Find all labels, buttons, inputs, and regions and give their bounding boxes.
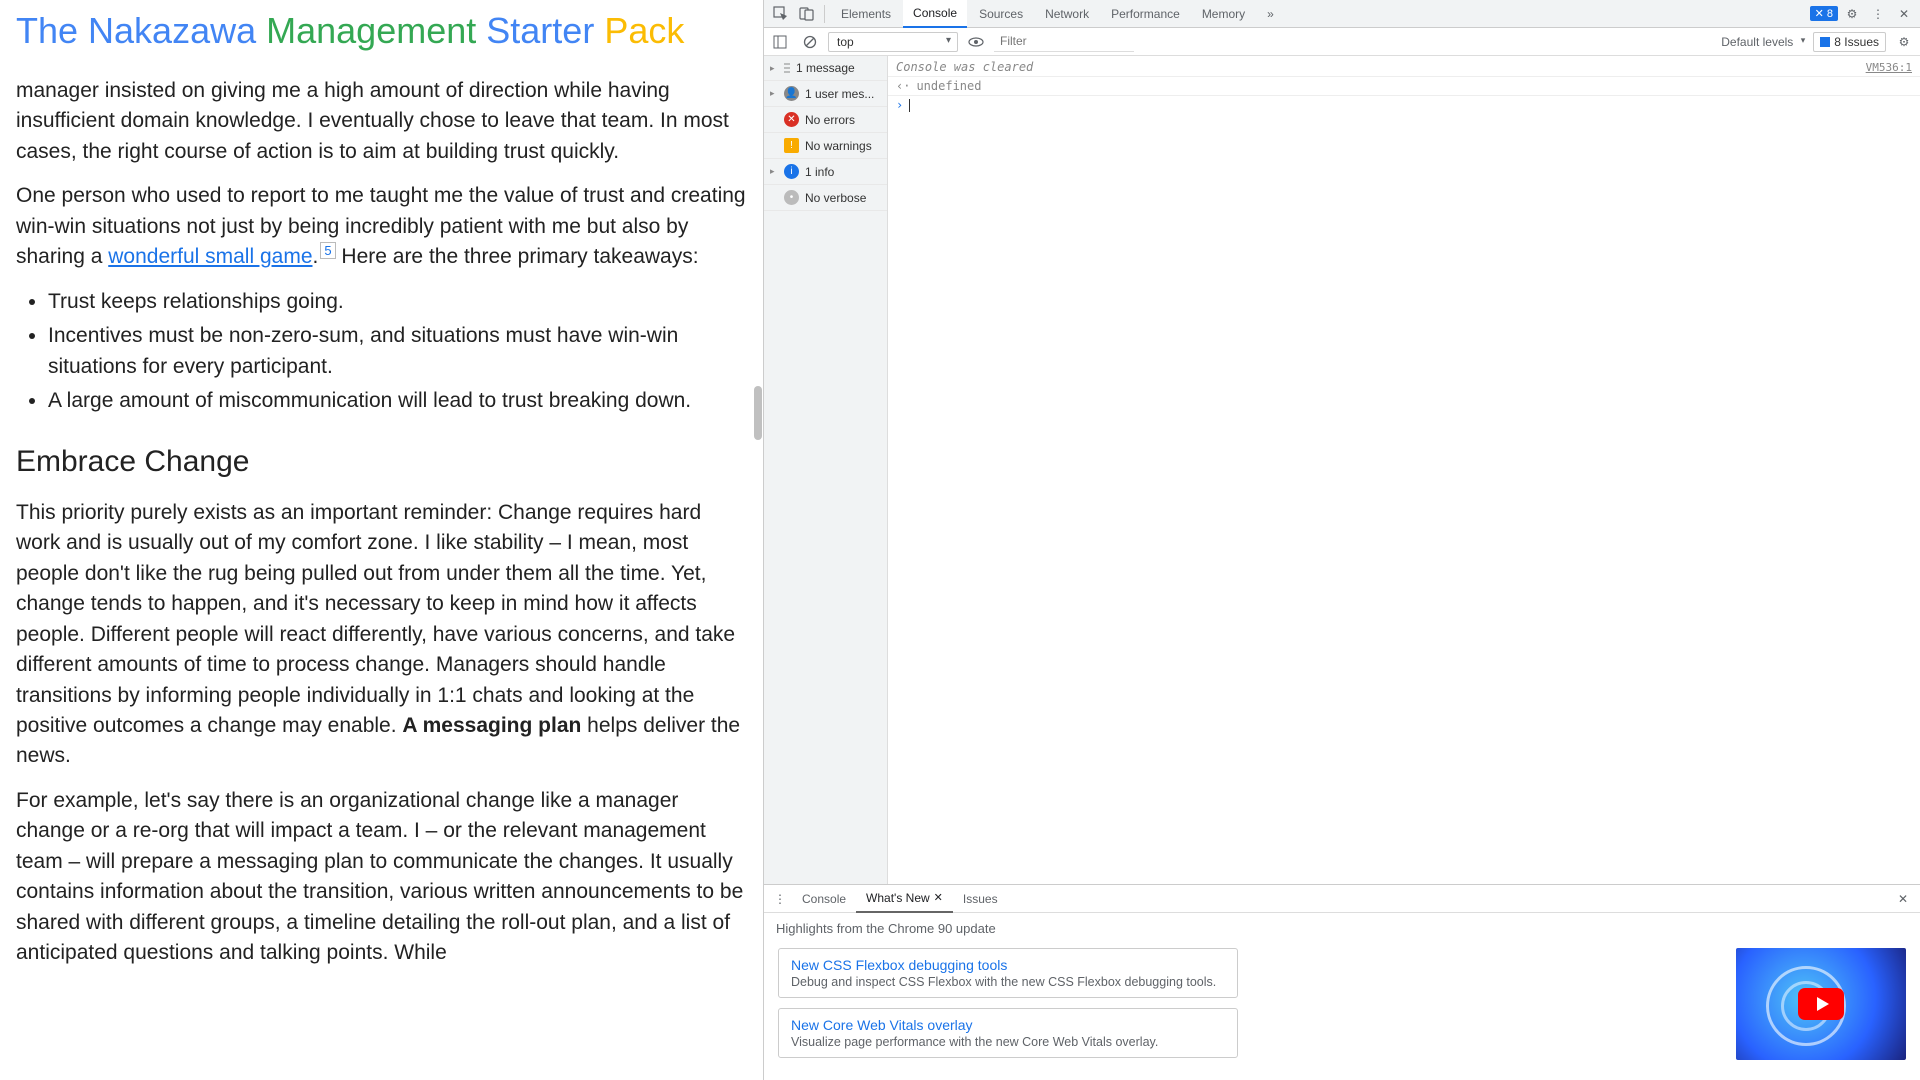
live-expression-icon[interactable]: [964, 30, 988, 54]
info-icon: i: [784, 164, 799, 179]
inspect-icon[interactable]: [768, 2, 792, 26]
source-link[interactable]: VM536:1: [1866, 61, 1912, 74]
paragraph: manager insisted on giving me a high amo…: [16, 76, 747, 167]
bullet-list: Trust keeps relationships going. Incenti…: [48, 287, 747, 417]
card-desc: Debug and inspect CSS Flexbox with the n…: [791, 975, 1225, 989]
card-title: New CSS Flexbox debugging tools: [791, 957, 1225, 973]
drawer-tab-issues[interactable]: Issues: [953, 886, 1008, 912]
tab-performance[interactable]: Performance: [1101, 1, 1190, 27]
settings-icon[interactable]: ⚙: [1840, 2, 1864, 26]
tab-sources[interactable]: Sources: [969, 1, 1033, 27]
paragraph: This priority purely exists as an import…: [16, 498, 747, 772]
devtools-drawer: ⋮ Console What's New✕ Issues ✕ Highlight…: [764, 884, 1920, 1080]
close-tab-icon[interactable]: ✕: [934, 891, 943, 904]
log-levels-dropdown[interactable]: Default levels: [1713, 32, 1807, 52]
tab-network[interactable]: Network: [1035, 1, 1099, 27]
scrollbar-thumb[interactable]: [754, 386, 762, 440]
sidebar-item-warnings[interactable]: !No warnings: [764, 133, 887, 159]
sidebar-item-messages[interactable]: ▸1 message: [764, 56, 887, 81]
error-icon: ✕: [784, 112, 799, 127]
close-devtools-icon[interactable]: ✕: [1892, 2, 1916, 26]
console-settings-icon[interactable]: ⚙: [1892, 30, 1916, 54]
warning-icon: !: [784, 138, 799, 153]
whatsnew-card[interactable]: New Core Web Vitals overlay Visualize pa…: [778, 1008, 1238, 1058]
page-title: The Nakazawa Management Starter Pack: [16, 0, 747, 62]
article-body: manager insisted on giving me a high amo…: [16, 76, 747, 968]
whatsnew-cards: New CSS Flexbox debugging tools Debug an…: [778, 948, 1238, 1076]
sidebar-item-verbose[interactable]: •No verbose: [764, 185, 887, 211]
console-message-cleared: Console was cleared VM536:1: [888, 58, 1920, 77]
list-item: Incentives must be non-zero-sum, and sit…: [48, 321, 747, 382]
filter-input[interactable]: [994, 31, 1134, 52]
tab-console[interactable]: Console: [903, 0, 967, 28]
kebab-menu-icon[interactable]: ⋮: [1866, 2, 1890, 26]
console-body: ▸1 message ▸👤1 user mes... ✕No errors !N…: [764, 56, 1920, 884]
paragraph: For example, let's say there is an organ…: [16, 786, 747, 969]
drawer-tab-console[interactable]: Console: [792, 886, 856, 912]
play-icon: [1798, 988, 1844, 1020]
tab-elements[interactable]: Elements: [831, 1, 901, 27]
sidebar-toggle-icon[interactable]: [768, 30, 792, 54]
issues-button[interactable]: 8 Issues: [1813, 32, 1886, 52]
drawer-body: New CSS Flexbox debugging tools Debug an…: [764, 944, 1920, 1080]
user-icon: 👤: [784, 86, 799, 101]
sidebar-item-user[interactable]: ▸👤1 user mes...: [764, 81, 887, 107]
drawer-tab-whatsnew[interactable]: What's New✕: [856, 885, 953, 913]
drawer-menu-icon[interactable]: ⋮: [768, 887, 792, 911]
console-return-value: ‹·undefined: [888, 77, 1920, 96]
context-selector[interactable]: top: [828, 32, 958, 52]
drawer-subtitle: Highlights from the Chrome 90 update: [764, 913, 1920, 944]
devtools-tabstrip: Elements Console Sources Network Perform…: [764, 0, 1920, 28]
close-drawer-icon[interactable]: ✕: [1890, 888, 1916, 910]
paragraph: One person who used to report to me taug…: [16, 181, 747, 272]
device-toggle-icon[interactable]: [794, 2, 818, 26]
card-desc: Visualize page performance with the new …: [791, 1035, 1225, 1049]
console-toolbar: top Default levels 8 Issues ⚙: [764, 28, 1920, 56]
inline-link[interactable]: wonderful small game: [108, 245, 312, 268]
verbose-icon: •: [784, 190, 799, 205]
sidebar-item-errors[interactable]: ✕No errors: [764, 107, 887, 133]
card-title: New Core Web Vitals overlay: [791, 1017, 1225, 1033]
list-item: Trust keeps relationships going.: [48, 287, 747, 317]
error-count-badge[interactable]: ✕8: [1810, 6, 1838, 21]
whatsnew-card[interactable]: New CSS Flexbox debugging tools Debug an…: [778, 948, 1238, 998]
sidebar-item-info[interactable]: ▸i1 info: [764, 159, 887, 185]
clear-console-icon[interactable]: [798, 30, 822, 54]
console-prompt[interactable]: ›: [888, 96, 1920, 114]
devtools-panel: Elements Console Sources Network Perform…: [763, 0, 1920, 1080]
section-heading: Embrace Change: [16, 440, 747, 484]
drawer-tabstrip: ⋮ Console What's New✕ Issues ✕: [764, 885, 1920, 913]
tabs-overflow[interactable]: »: [1257, 1, 1284, 27]
console-output[interactable]: Console was cleared VM536:1 ‹·undefined …: [888, 56, 1920, 884]
console-sidebar: ▸1 message ▸👤1 user mes... ✕No errors !N…: [764, 56, 888, 884]
article-pane: The Nakazawa Management Starter Pack man…: [0, 0, 763, 1080]
list-item: A large amount of miscommunication will …: [48, 386, 747, 416]
tab-memory[interactable]: Memory: [1192, 1, 1255, 27]
footnote-ref[interactable]: 5: [320, 242, 335, 259]
video-thumbnail[interactable]: [1736, 948, 1906, 1060]
